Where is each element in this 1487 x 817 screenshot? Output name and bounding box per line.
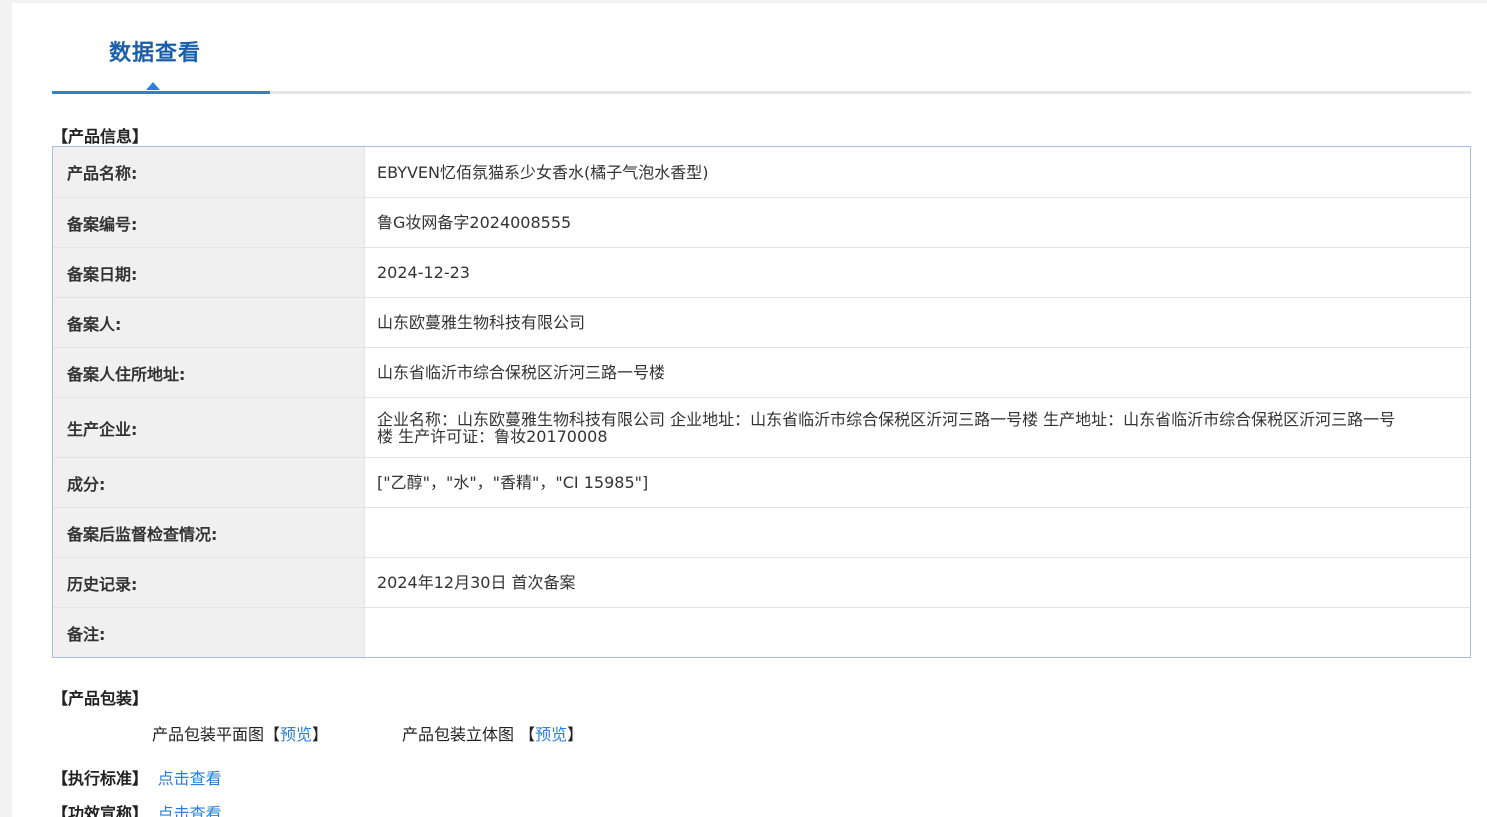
packaging-flat-label: 产品包装平面图 (152, 725, 265, 744)
row-value: 山东欧蔓雅生物科技有限公司 (377, 313, 586, 332)
tab-data-view[interactable]: 数据查看 (52, 3, 270, 94)
tab-active-caret-icon (146, 82, 160, 90)
packaging-solid-preview-link[interactable]: 预览 (535, 725, 567, 744)
row-value: ["乙醇"，"水"，"香精"，"CI 15985"] (377, 473, 649, 492)
standard-view-link[interactable]: 点击查看 (158, 769, 222, 788)
row-label: 成分: (53, 458, 365, 507)
packaging-solid-item: 产品包装立体图 【预览】 (402, 721, 583, 745)
section-title-efficacy: 【功效宣称】 (52, 804, 149, 817)
product-info-table: 产品名称: EBYVEN忆佰氛猫系少女香水(橘子气泡水香型) 备案编号: 鲁G妆… (52, 146, 1471, 658)
table-row: 备案日期: 2024-12-23 (53, 247, 1470, 297)
row-label: 备案人: (53, 298, 365, 347)
table-row: 备案人: 山东欧蔓雅生物科技有限公司 (53, 297, 1470, 347)
row-label: 历史记录: (53, 558, 365, 607)
table-row: 备案人住所地址: 山东省临沂市综合保税区沂河三路一号楼 (53, 347, 1470, 397)
bracket-close: 】 (567, 725, 584, 744)
row-label: 备案日期: (53, 248, 365, 297)
section-title-product-info: 【产品信息】 (52, 127, 149, 146)
row-value (365, 508, 1470, 557)
standard-line: 【执行标准】 点击查看 (52, 765, 222, 789)
bracket-open: 【 (264, 725, 281, 744)
tab-bar: 数据查看 (52, 3, 1471, 94)
row-value: EBYVEN忆佰氛猫系少女香水(橘子气泡水香型) (377, 162, 709, 182)
row-value: 鲁G妆网备字2024008555 (377, 213, 572, 232)
table-row: 备注: (53, 607, 1470, 657)
packaging-flat-item: 产品包装平面图【预览】 (152, 721, 328, 745)
bracket-open: 【 (519, 725, 536, 744)
bracket-close: 】 (312, 725, 329, 744)
section-title-standard: 【执行标准】 (52, 769, 149, 788)
row-value (365, 608, 1470, 657)
row-value: 山东省临沂市综合保税区沂河三路一号楼 (377, 363, 666, 382)
page: 数据查看 【产品信息】 产品名称: EBYVEN忆佰氛猫系少女香水(橘子气泡水香… (12, 3, 1487, 817)
section-title-packaging: 【产品包装】 (52, 689, 149, 708)
table-row: 成分: ["乙醇"，"水"，"香精"，"CI 15985"] (53, 457, 1470, 507)
table-row: 备案后监督检查情况: (53, 507, 1470, 557)
table-row: 历史记录: 2024年12月30日 首次备案 (53, 557, 1470, 607)
row-label: 产品名称: (53, 147, 365, 197)
row-label: 备案编号: (53, 198, 365, 247)
packaging-solid-label: 产品包装立体图 (402, 725, 520, 744)
row-label: 备案人住所地址: (53, 348, 365, 397)
table-row: 产品名称: EBYVEN忆佰氛猫系少女香水(橘子气泡水香型) (53, 147, 1470, 197)
table-row: 备案编号: 鲁G妆网备字2024008555 (53, 197, 1470, 247)
row-label: 备注: (53, 608, 365, 657)
row-label: 备案后监督检查情况: (53, 508, 365, 557)
row-value: 2024年12月30日 首次备案 (377, 573, 576, 592)
row-value: 2024-12-23 (377, 263, 470, 282)
row-value: 企业名称：山东欧蔓雅生物科技有限公司 企业地址：山东省临沂市综合保税区沂河三路一… (377, 409, 1396, 446)
table-row: 生产企业: 企业名称：山东欧蔓雅生物科技有限公司 企业地址：山东省临沂市综合保税… (53, 397, 1470, 457)
efficacy-line: 【功效宣称】 点击查看 (52, 800, 222, 817)
packaging-flat-preview-link[interactable]: 预览 (280, 725, 312, 744)
row-label: 生产企业: (53, 398, 365, 457)
tab-label: 数据查看 (109, 41, 202, 66)
efficacy-view-link[interactable]: 点击查看 (158, 804, 222, 817)
